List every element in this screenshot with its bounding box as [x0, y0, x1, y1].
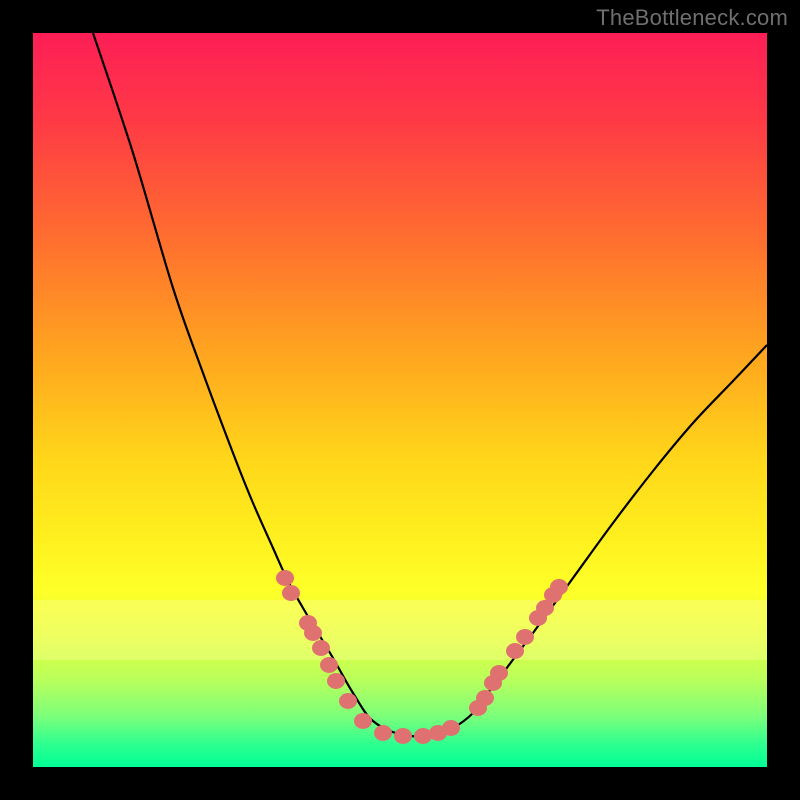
highlight-dots-group: [277, 571, 568, 744]
chart-svg: [33, 33, 767, 767]
highlight-dot: [415, 729, 432, 744]
chart-frame: TheBottleneck.com: [0, 0, 800, 800]
curve-path: [93, 33, 767, 736]
highlight-dot: [395, 729, 412, 744]
highlight-dot: [443, 721, 460, 736]
highlight-dot: [313, 641, 330, 656]
highlight-dot: [375, 726, 392, 741]
highlight-dot: [491, 666, 508, 681]
highlight-dot: [517, 630, 534, 645]
highlight-dot: [340, 694, 357, 709]
highlight-dot: [283, 586, 300, 601]
watermark-text: TheBottleneck.com: [596, 5, 788, 31]
highlight-dot: [328, 674, 345, 689]
highlight-dot: [477, 691, 494, 706]
highlight-dot: [551, 580, 568, 595]
highlight-dot: [507, 644, 524, 659]
highlight-dot: [355, 714, 372, 729]
highlight-dot: [277, 571, 294, 586]
highlight-dot: [321, 658, 338, 673]
bottleneck-curve: [93, 33, 767, 736]
highlight-dot: [305, 626, 322, 641]
